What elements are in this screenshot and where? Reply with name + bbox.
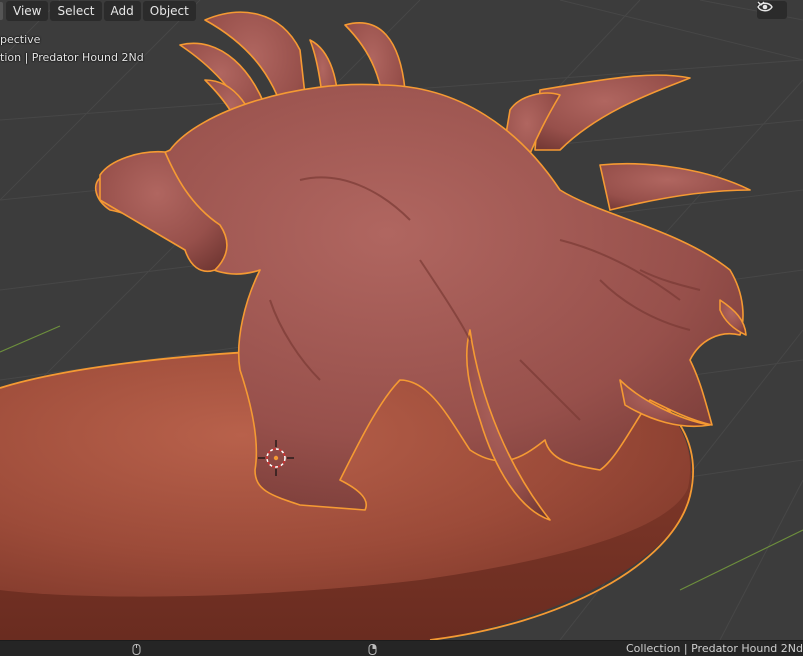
mouse-right-icon — [368, 644, 377, 655]
menu-object[interactable]: Object — [142, 1, 196, 21]
x-axis-line-right — [679, 529, 803, 591]
3d-viewport[interactable]: View Select Add Object pective tion | Pr… — [0, 0, 803, 640]
menu-add[interactable]: Add — [103, 1, 141, 21]
chevron-down-icon — [757, 1, 765, 6]
view-perspective-label: pective — [0, 33, 41, 46]
status-collection-text: Collection | Predator Hound 2Nd — [625, 642, 803, 655]
status-bar: Collection | Predator Hound 2Nd — [0, 640, 803, 656]
x-axis-line — [0, 325, 61, 353]
viewport-scene — [0, 0, 803, 640]
mouse-icon — [132, 644, 141, 655]
visibility-dropdown[interactable] — [757, 1, 787, 19]
viewport-menu: View Select Add Object — [6, 1, 196, 21]
menu-view[interactable]: View — [6, 1, 49, 21]
menu-select[interactable]: Select — [50, 1, 102, 21]
view-collection-label: tion | Predator Hound 2Nd — [0, 51, 144, 64]
